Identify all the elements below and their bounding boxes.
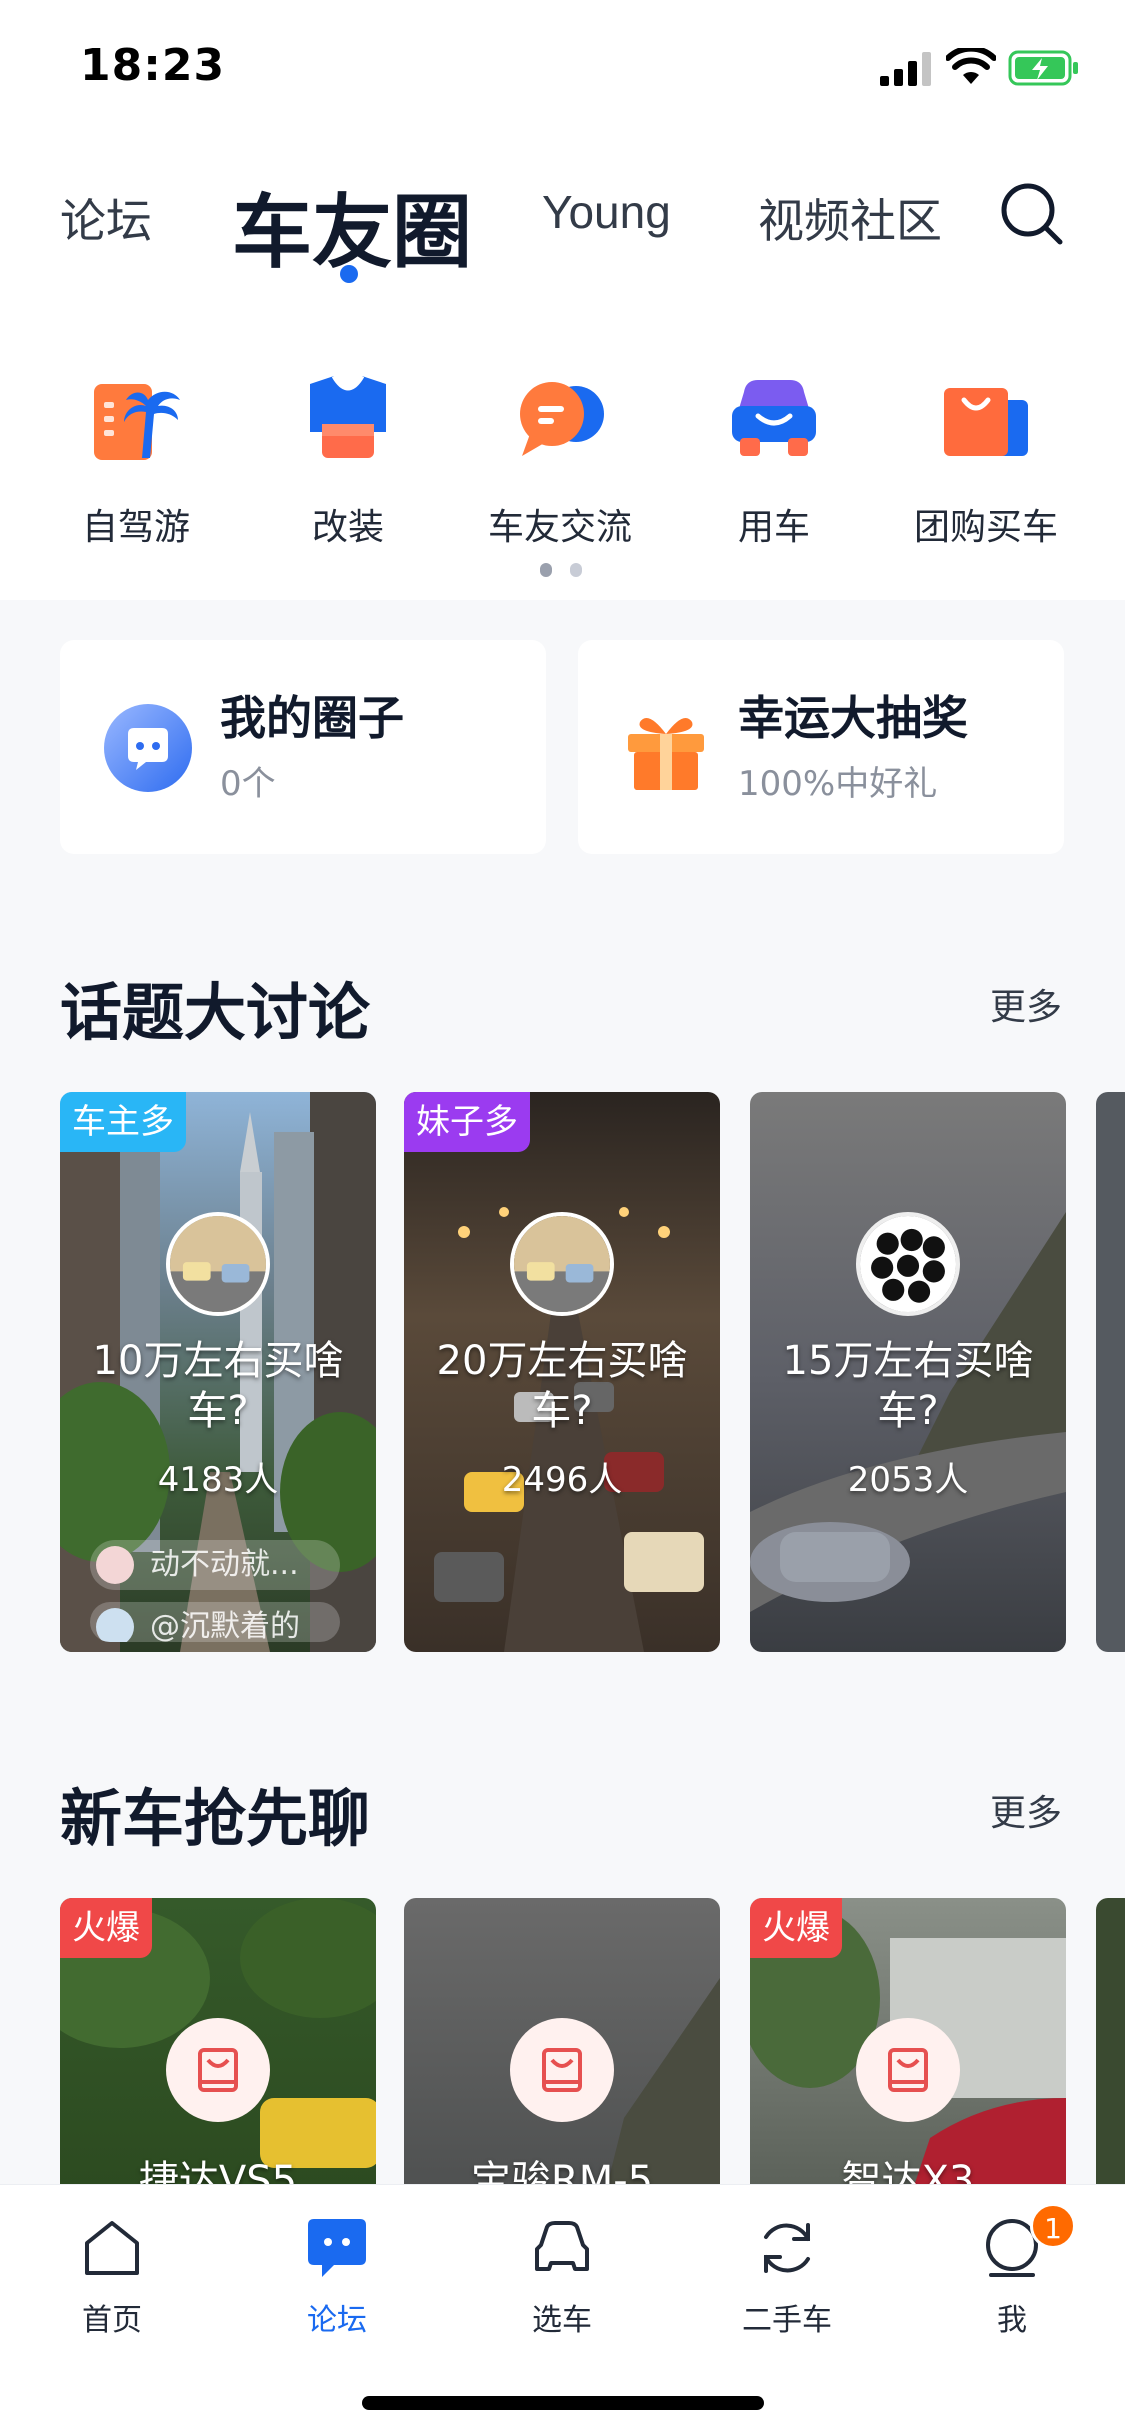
tab-label: 首页 <box>82 2303 142 2338</box>
car-logo-placeholder <box>856 2018 960 2122</box>
topic-card[interactable]: 妹子多 20万左右买啥车? 2496人 <box>404 1092 720 1652</box>
tab-label: 二手车 <box>742 2303 832 2338</box>
tab-forum-active[interactable]: 论坛 <box>277 2215 397 2339</box>
new-car-card[interactable]: 火爆 智达X3 <box>750 1898 1066 2198</box>
topic-card[interactable]: 15万左右买啥车? 2053人 <box>750 1092 1066 1652</box>
card-subtitle: 0个 <box>220 764 276 804</box>
card-subtitle: 100%中好礼 <box>738 764 938 804</box>
topic-card-partial[interactable] <box>1096 1092 1125 1652</box>
topic-card[interactable]: 车主多 10万左右买啥车? 4183人 动不动就... @沉默着的 <box>60 1092 376 1652</box>
cellular-signal-icon <box>880 52 931 86</box>
topic-avatar <box>166 1212 270 1316</box>
tab-choose-car[interactable]: 选车 <box>502 2215 622 2339</box>
forum-chat-icon <box>308 2219 366 2277</box>
car-icon <box>535 2221 589 2271</box>
chat-bubble-icon <box>520 382 604 456</box>
pager-dot <box>570 563 582 577</box>
car-logo-placeholder <box>510 2018 614 2122</box>
status-bar: 18:23 <box>0 0 1125 130</box>
topic-avatar <box>856 1212 960 1316</box>
topic-member-count: 2053人 <box>847 1460 969 1500</box>
new-car-card-partial[interactable] <box>1096 1898 1125 2198</box>
category-row: 自驾游 改装 车友交流 用车 团购买车 <box>0 310 1125 600</box>
topic-title: 15万左右买啥车? <box>782 1338 1034 1434</box>
shopping-bag-icon <box>944 388 1028 456</box>
my-circles-card[interactable]: 我的圈子 0个 <box>60 640 546 854</box>
wifi-icon <box>946 48 996 84</box>
shopping-tag-icon <box>542 2048 582 2092</box>
tab-young[interactable]: Young <box>542 185 671 239</box>
topic-badge: 妹子多 <box>404 1092 530 1152</box>
modification-shirt-icon <box>310 374 386 458</box>
category-label: 自驾游 <box>81 507 190 548</box>
topic-comment: 动不动就... <box>90 1540 340 1590</box>
card-title: 幸运大抽奖 <box>738 691 968 745</box>
home-indicator[interactable] <box>362 2396 764 2410</box>
commenter-avatar <box>96 1546 134 1584</box>
search-icon[interactable] <box>998 180 1066 248</box>
tab-forum[interactable]: 论坛 <box>60 185 152 251</box>
home-icon <box>85 2221 139 2275</box>
notification-badge: 1 <box>1030 2203 1076 2249</box>
pager-dot-active <box>540 563 552 577</box>
active-tab-indicator <box>340 265 358 283</box>
lucky-draw-card[interactable]: 幸运大抽奖 100%中好礼 <box>578 640 1064 854</box>
tab-label: 我 <box>997 2303 1027 2338</box>
car-front-icon <box>732 380 816 456</box>
topics-section-title: 话题大讨论 <box>60 976 371 1049</box>
topic-comment: @沉默着的 <box>90 1602 340 1642</box>
tab-video-community[interactable]: 视频社区 <box>758 185 942 251</box>
category-label: 团购买车 <box>913 507 1058 548</box>
car-logo-placeholder <box>166 2018 270 2122</box>
topics-more-link[interactable]: 更多 <box>990 978 1062 1030</box>
shopping-tag-icon <box>888 2048 928 2092</box>
palm-tree-card-icon <box>94 384 180 460</box>
commenter-avatar <box>96 1608 134 1642</box>
topic-avatar <box>510 1212 614 1316</box>
topic-title: 20万左右买啥车? <box>436 1338 688 1434</box>
category-pager <box>540 562 600 581</box>
category-group-buy[interactable]: 团购买车 <box>896 370 1076 550</box>
new-cars-more-link[interactable]: 更多 <box>990 1784 1062 1836</box>
tab-used-car[interactable]: 二手车 <box>727 2215 847 2339</box>
top-navigation: 论坛 车友圈 Young 视频社区 <box>0 130 1125 310</box>
battery-charging-icon <box>1008 50 1078 86</box>
new-cars-section-title: 新车抢先聊 <box>60 1782 371 1855</box>
category-car-use[interactable]: 用车 <box>684 370 864 550</box>
category-label: 车友交流 <box>487 507 632 548</box>
category-chat[interactable]: 车友交流 <box>470 370 650 550</box>
hot-badge: 火爆 <box>750 1898 842 1958</box>
shopping-tag-icon <box>198 2048 238 2092</box>
category-label: 改装 <box>311 507 384 548</box>
topic-member-count: 2496人 <box>501 1460 623 1500</box>
comment-text: @沉默着的 <box>150 1609 300 1642</box>
refresh-cycle-icon <box>764 2223 810 2273</box>
topic-title: 10万左右买啥车? <box>92 1338 344 1434</box>
gift-icon <box>628 718 704 790</box>
new-car-card[interactable]: 火爆 捷达VS5 <box>60 1898 376 2198</box>
category-self-drive[interactable]: 自驾游 <box>46 370 226 550</box>
tab-label: 论坛 <box>307 2303 367 2338</box>
hot-badge: 火爆 <box>60 1898 152 1958</box>
tab-home[interactable]: 首页 <box>52 2215 172 2339</box>
tab-label: 选车 <box>532 2303 592 2338</box>
topic-badge: 车主多 <box>60 1092 186 1152</box>
comment-text: 动不动就... <box>150 1547 299 1582</box>
chat-circle-icon <box>104 704 192 792</box>
status-time: 18:23 <box>80 40 226 91</box>
card-title: 我的圈子 <box>220 691 404 745</box>
category-label: 用车 <box>737 507 810 548</box>
topic-member-count: 4183人 <box>157 1460 279 1500</box>
new-car-card[interactable]: 宝骏RM-5 <box>404 1898 720 2198</box>
category-modify[interactable]: 改装 <box>258 370 438 550</box>
